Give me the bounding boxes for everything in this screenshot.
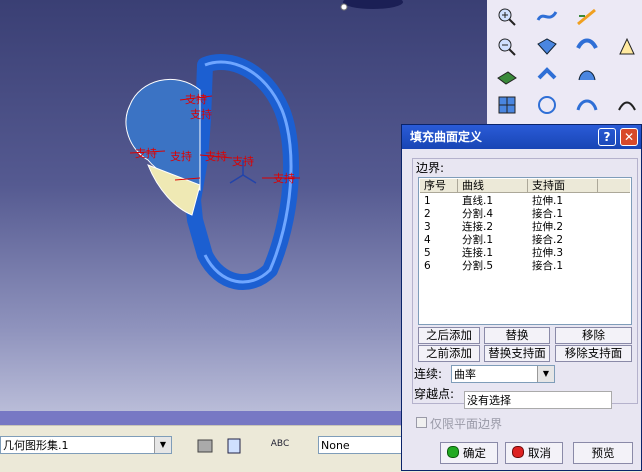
ok-label: 确定 [463,446,486,460]
cancel-button[interactable]: 取消 [505,442,563,464]
preview-button[interactable]: 预览 [573,442,633,464]
help-icon: ? [603,130,611,144]
row-support: 拉伸.2 [532,221,564,233]
row-support: 接合.2 [532,234,564,246]
close-button[interactable]: ✕ [620,128,638,146]
table-row[interactable]: 5 连接.1 拉伸.3 [419,247,631,260]
table-row[interactable]: 4 分割.1 接合.2 [419,234,631,247]
abc-icon-label: ABC [270,439,290,449]
row-curve: 连接.2 [462,221,494,233]
table-row[interactable]: 2 分割.4 接合.1 [419,208,631,221]
remove-button[interactable]: 移除 [555,327,632,344]
passing-point-field[interactable]: 没有选择 [464,391,612,409]
sweep-icon[interactable] [571,32,603,62]
swap-space-icon[interactable] [218,431,250,461]
column-header-empty [598,179,630,193]
extrapolate-icon[interactable] [611,90,642,120]
cancel-icon [512,446,524,458]
support-label: 支持 [170,149,192,163]
table-row[interactable]: 6 分割.5 接合.1 [419,260,631,273]
remove-support-button[interactable]: 移除支持面 [555,345,632,362]
row-curve: 连接.1 [462,247,494,259]
draw-curve-icon[interactable] [571,2,603,32]
ok-icon [447,446,459,458]
blend-icon[interactable] [571,60,603,90]
row-no: 6 [424,260,431,272]
row-support: 接合.1 [532,260,564,272]
table-row[interactable]: 1 直线.1 拉伸.1 [419,195,631,208]
row-no: 3 [424,221,431,233]
boundary-table[interactable]: 序号 曲线 支持面 1 直线.1 拉伸.1 2 分割.4 接合.1 3 连接.2… [418,177,632,325]
add-after-button[interactable]: 之后添加 [418,327,480,344]
row-curve: 分割.1 [462,234,494,246]
row-no: 5 [424,247,431,259]
continuity-label: 连续: [414,367,443,381]
geometric-set-selector[interactable]: 几何图形集.1 ▼ [0,436,172,454]
continuity-value: 曲率 [454,368,476,381]
replace-button[interactable]: 替换 [484,327,550,344]
column-header-no[interactable]: 序号 [420,179,458,193]
zoom-out-icon[interactable] [491,32,523,62]
table-row[interactable]: 3 连接.2 拉伸.2 [419,221,631,234]
offset-icon[interactable] [531,60,563,90]
close-icon: ✕ [623,130,635,144]
planar-only-label: 仅限平面边界 [430,417,503,431]
geometric-set-value: 几何图形集.1 [3,439,69,452]
circle-icon[interactable] [531,90,563,120]
top-part-shape [343,0,403,9]
passing-point-label: 穿越点: [414,387,455,401]
plane-icon[interactable] [491,60,523,90]
text-abc-icon[interactable]: ABC [264,429,296,459]
row-curve: 分割.5 [462,260,494,272]
continuity-select[interactable]: 曲率 ▼ [451,365,555,383]
boundary-label: 边界: [416,161,445,175]
none-field-value: None [321,439,350,452]
fill-icon[interactable] [611,32,642,62]
passing-point-value: 没有选择 [467,394,511,407]
column-header-support[interactable]: 支持面 [528,179,598,193]
planar-only-checkbox[interactable] [416,417,427,428]
row-support: 拉伸.1 [532,195,564,207]
row-curve: 直线.1 [462,195,494,207]
dialog-title: 填充曲面定义 [410,130,483,144]
surface-icon[interactable] [531,32,563,62]
ok-button[interactable]: 确定 [440,442,498,464]
replace-support-button[interactable]: 替换支持面 [484,345,550,362]
support-label: 支持 [190,107,212,121]
right-toolbar [487,0,642,125]
spline-icon[interactable] [531,2,563,32]
chevron-down-icon: ▼ [154,437,171,453]
zoom-in-icon[interactable] [491,2,523,32]
chevron-down-icon: ▼ [537,366,554,382]
row-support: 接合.1 [532,208,564,220]
help-button[interactable]: ? [598,128,616,146]
connect-curve-icon[interactable] [571,90,603,120]
cancel-label: 取消 [528,446,551,460]
row-no: 1 [424,195,431,207]
row-no: 4 [424,234,431,246]
add-before-button[interactable]: 之前添加 [418,345,480,362]
grid-icon[interactable] [491,90,523,120]
support-label: 支持 [232,154,254,168]
row-curve: 分割.4 [462,208,494,220]
point-marker [340,3,348,11]
row-support: 拉伸.3 [532,247,564,259]
column-header-curve[interactable]: 曲线 [458,179,528,193]
row-no: 2 [424,208,431,220]
fill-surface-dialog: 填充曲面定义 ? ✕ 边界: 序号 曲线 支持面 1 直线.1 拉伸.1 2 分… [401,124,642,471]
